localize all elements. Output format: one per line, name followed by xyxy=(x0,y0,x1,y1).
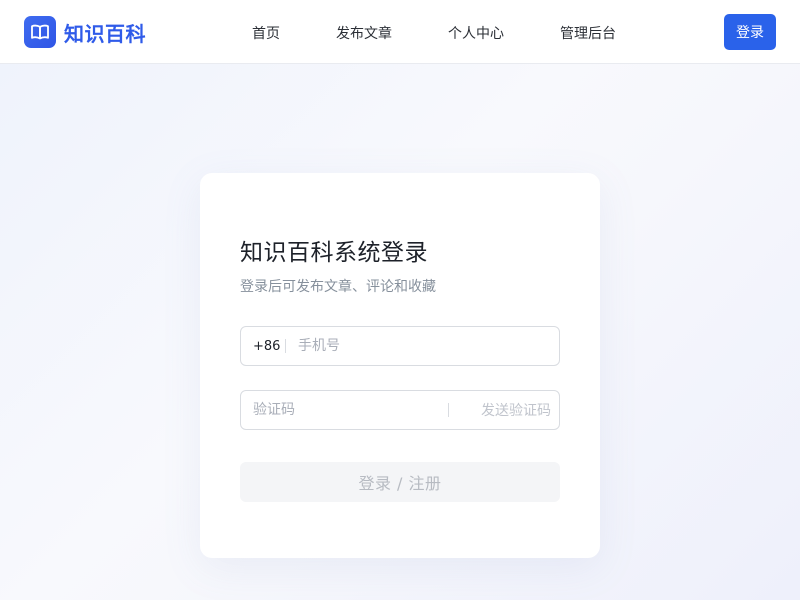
prefix-divider xyxy=(285,339,286,353)
code-divider xyxy=(448,403,449,417)
brand[interactable]: 知识百科 xyxy=(24,16,146,48)
login-title: 知识百科系统登录 xyxy=(240,240,428,266)
login-register-button[interactable]: 登录 / 注册 xyxy=(240,462,560,502)
send-code-button[interactable]: 发送验证码 xyxy=(465,400,551,420)
nav-item-admin[interactable]: 管理后台 xyxy=(560,23,616,43)
nav-item-home[interactable]: 首页 xyxy=(252,23,280,43)
book-open-icon xyxy=(24,16,56,48)
top-navbar: 知识百科 首页 发布文章 个人中心 管理后台 登录 xyxy=(0,0,800,64)
login-subtitle: 登录后可发布文章、评论和收藏 xyxy=(240,279,436,295)
phone-input[interactable] xyxy=(298,327,538,365)
nav-item-publish-article[interactable]: 发布文章 xyxy=(336,23,392,43)
nav-item-user-center[interactable]: 个人中心 xyxy=(448,23,504,43)
verification-code-input[interactable] xyxy=(253,391,448,429)
header-login-button[interactable]: 登录 xyxy=(724,14,776,50)
brand-name: 知识百科 xyxy=(64,21,146,46)
code-field: 发送验证码 xyxy=(240,390,560,430)
phone-field: +86 xyxy=(240,326,560,366)
country-code-prefix[interactable]: +86 xyxy=(241,339,285,354)
login-card: 知识百科系统登录 登录后可发布文章、评论和收藏 +86 发送验证码 登录 / 注… xyxy=(200,173,600,558)
